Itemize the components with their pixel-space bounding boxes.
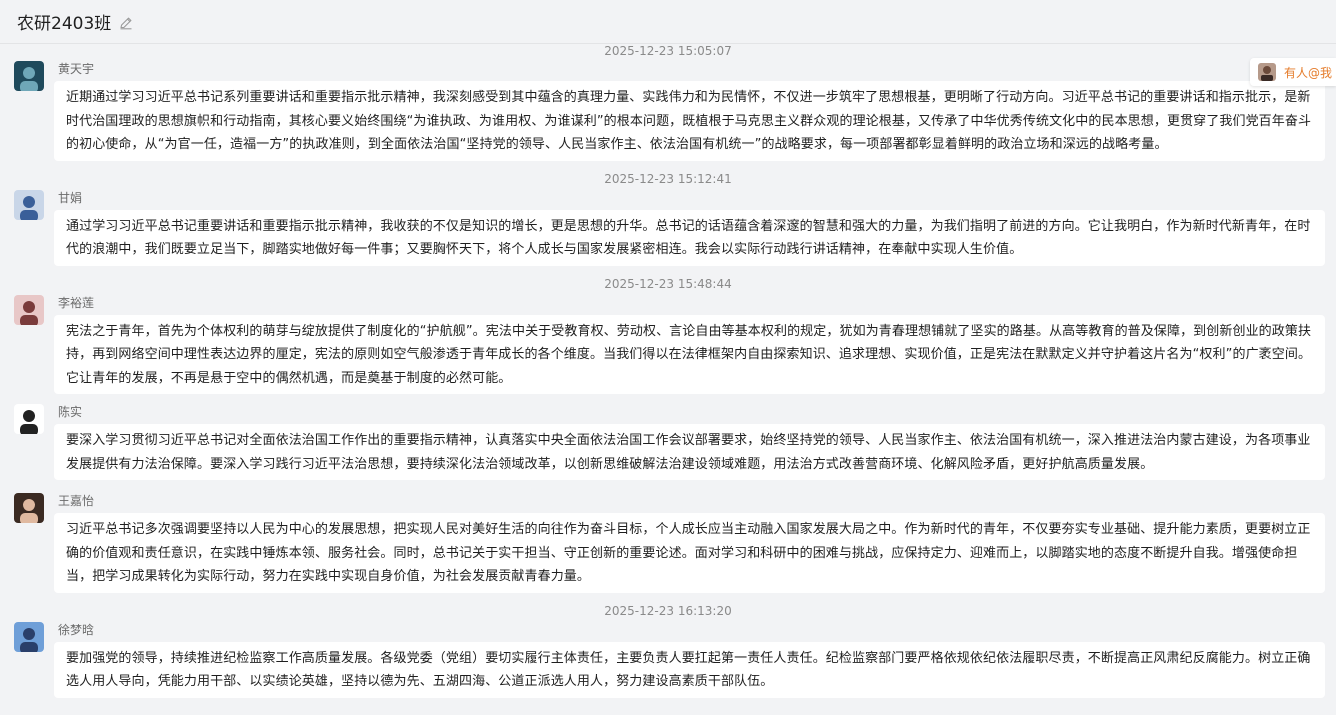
sender-name: 王嘉怡	[58, 494, 95, 508]
sender-name: 甘娟	[58, 190, 83, 205]
message-list[interactable]: 2025-12-23 15:05:07 黄天宇 近期通过学习习近平总书记系列重要…	[0, 44, 1336, 715]
message-bubble[interactable]: 要加强党的领导，持续推进纪检监察工作高质量发展。各级党委（党组）要切实履行主体责…	[54, 641, 1325, 698]
pencil-icon[interactable]	[119, 15, 133, 29]
avatar[interactable]	[14, 404, 44, 434]
message-timestamp: 2025-12-23 15:48:44	[604, 276, 732, 291]
message-item: 甘娟 通过学习习近平总书记重要讲话和重要指示批示精神，我收获的不仅是知识的增长，…	[0, 189, 1336, 266]
message-item: 王嘉怡 习近平总书记多次强调要坚持以人民为中心的发展思想，把实现人民对美好生活的…	[0, 493, 1336, 593]
message-item: 李裕莲 宪法之于青年，首先为个体权利的萌芽与绽放提供了制度化的“护航舰”。宪法中…	[0, 294, 1336, 394]
sender-name: 李裕莲	[58, 295, 95, 310]
message-timestamp: 2025-12-23 15:12:41	[604, 171, 732, 186]
message-bubble[interactable]: 宪法之于青年，首先为个体权利的萌芽与绽放提供了制度化的“护航舰”。宪法中关于受教…	[54, 314, 1325, 394]
message-bubble[interactable]: 近期通过学习习近平总书记系列重要讲话和重要指示批示精神，我深刻感受到其中蕴含的真…	[54, 81, 1325, 161]
message-item: 陈实 要深入学习贯彻习近平总书记对全面依法治国工作作出的重要指示精神，认真落实中…	[0, 404, 1336, 480]
avatar	[1258, 63, 1276, 81]
message-item: 黄天宇 近期通过学习习近平总书记系列重要讲话和重要指示批示精神，我深刻感受到其中…	[0, 61, 1336, 161]
mention-label: 有人@我	[1284, 65, 1333, 80]
avatar[interactable]	[14, 189, 44, 220]
sender-name: 陈实	[58, 405, 83, 419]
message-item: 徐梦晗 要加强党的领导，持续推进纪检监察工作高质量发展。各级党委（党组）要切实履…	[0, 621, 1336, 698]
avatar[interactable]	[14, 621, 44, 652]
message-timestamp: 2025-12-23 16:13:20	[604, 603, 732, 618]
chat-title: 农研2403班	[17, 14, 112, 34]
avatar[interactable]	[14, 493, 44, 523]
message-bubble[interactable]: 习近平总书记多次强调要坚持以人民为中心的发展思想，把实现人民对美好生活的向往作为…	[54, 513, 1325, 593]
avatar[interactable]	[14, 61, 44, 91]
mention-notification[interactable]: 有人@我	[1250, 58, 1336, 86]
message-timestamp: 2025-12-23 15:05:07	[604, 44, 732, 58]
sender-name: 徐梦晗	[58, 622, 95, 637]
avatar[interactable]	[14, 294, 44, 325]
chat-window: 农研2403班 2025-12-23 15:05:07 黄天宇 近期通过学习习近…	[0, 0, 1336, 715]
sender-name: 黄天宇	[58, 62, 95, 76]
message-bubble[interactable]: 通过学习习近平总书记重要讲话和重要指示批示精神，我收获的不仅是知识的增长，更是思…	[54, 209, 1325, 266]
message-bubble[interactable]: 要深入学习贯彻习近平总书记对全面依法治国工作作出的重要指示精神，认真落实中央全面…	[54, 424, 1325, 480]
chat-header: 农研2403班	[0, 0, 1336, 44]
